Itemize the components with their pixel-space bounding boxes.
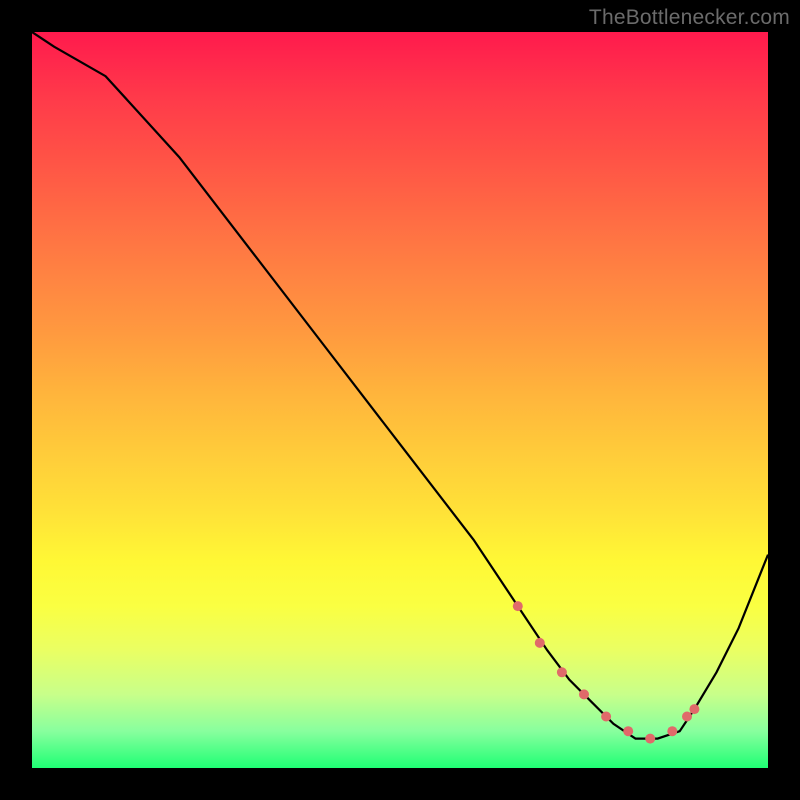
highlight-dot bbox=[535, 638, 545, 648]
highlight-dot bbox=[601, 712, 611, 722]
highlight-dot bbox=[645, 734, 655, 744]
highlight-markers bbox=[513, 601, 700, 744]
chart-frame: TheBottlenecker.com bbox=[0, 0, 800, 800]
chart-svg bbox=[32, 32, 768, 768]
attribution-label: TheBottlenecker.com bbox=[589, 6, 790, 30]
highlight-dot bbox=[667, 726, 677, 736]
highlight-dot bbox=[513, 601, 523, 611]
highlight-dot bbox=[682, 712, 692, 722]
bottleneck-curve bbox=[32, 32, 768, 739]
highlight-dot bbox=[579, 689, 589, 699]
highlight-dot bbox=[557, 667, 567, 677]
highlight-dot bbox=[623, 726, 633, 736]
plot-area bbox=[32, 32, 768, 768]
highlight-dot bbox=[689, 704, 699, 714]
